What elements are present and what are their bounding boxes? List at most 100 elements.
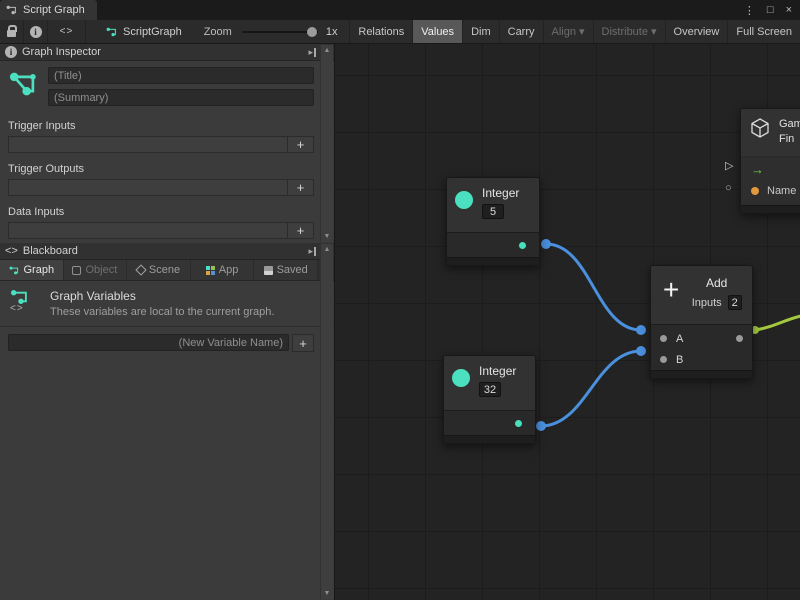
blackboard-panel: <> Blackboard ▸ Graph Object (0, 243, 334, 600)
lock-icon (7, 30, 16, 37)
node-integer-32[interactable]: Integer 32 (443, 355, 536, 444)
port-row-a: A (651, 328, 752, 349)
graph-variables-block: <> Graph Variables These variables are l… (0, 281, 334, 318)
graph-summary-input[interactable] (48, 89, 314, 106)
trigger-outputs-list: + (8, 179, 314, 196)
align-button[interactable]: Align ▾ (543, 20, 593, 43)
node-footer (444, 435, 535, 443)
distribute-button[interactable]: Distribute ▾ (593, 20, 665, 43)
graph-meta-fields (48, 67, 314, 106)
trigger-outputs-label: Trigger Outputs (8, 163, 326, 175)
scroll-down-icon[interactable]: ▼ (324, 590, 331, 597)
graph-asset-icon (8, 67, 40, 101)
output-port[interactable] (515, 420, 522, 427)
gameobject-cube-icon (749, 117, 771, 139)
values-label: Values (421, 26, 454, 38)
edit-script-button[interactable]: <> (48, 20, 86, 43)
fullscreen-button[interactable]: Full Screen (727, 20, 800, 43)
scroll-up-icon[interactable]: ▲ (324, 246, 331, 253)
add-data-input-button[interactable]: + (287, 222, 314, 239)
maximize-icon[interactable]: □ (767, 4, 774, 16)
values-button[interactable]: Values (412, 20, 462, 43)
tab-app[interactable]: App (191, 260, 255, 280)
code-icon: <> (10, 303, 24, 314)
node-footer (741, 205, 800, 213)
app-tab-icon (206, 266, 215, 275)
output-port[interactable] (736, 335, 743, 342)
tab-object[interactable]: Object (64, 260, 128, 280)
node-add[interactable]: + Add Inputs 2 A (650, 265, 753, 379)
integer-value-field[interactable]: 32 (479, 382, 501, 397)
add-trigger-input-button[interactable]: + (287, 136, 314, 153)
tab-scene-label: Scene (149, 264, 180, 276)
align-label: Align (552, 26, 576, 38)
value-input-port[interactable]: ○ (725, 183, 732, 194)
close-icon[interactable]: × (786, 4, 792, 16)
scroll-up-icon[interactable]: ▲ (324, 47, 331, 54)
tab-saved[interactable]: Saved (254, 260, 318, 280)
output-port[interactable] (519, 242, 526, 249)
inspector-scrollbar[interactable]: ▲ ▼ (320, 45, 333, 242)
distribute-label: Distribute (602, 26, 648, 38)
relations-label: Relations (358, 26, 404, 38)
lock-button[interactable] (0, 20, 24, 43)
blackboard-title: Blackboard (23, 245, 78, 257)
string-port[interactable] (751, 187, 759, 195)
sidebar: i Graph Inspector ▸ T (0, 44, 335, 600)
name-port-label: Name (767, 185, 796, 197)
node-header: Gam Fin (741, 109, 800, 156)
wire-add-output[interactable] (755, 315, 800, 330)
window-title: Script Graph (23, 4, 85, 16)
node-title-line2: Fin (779, 133, 800, 145)
relations-button[interactable]: Relations (349, 20, 412, 43)
wire-endpoint[interactable] (636, 325, 646, 335)
graph-inspector-panel: i Graph Inspector ▸ T (0, 44, 334, 243)
add-variable-button[interactable]: + (292, 334, 314, 352)
window-tab-script-graph[interactable]: Script Graph (0, 0, 97, 20)
wire-endpoint[interactable] (536, 421, 546, 431)
graph-canvas[interactable]: Integer 5 Integer 32 (335, 44, 800, 600)
carry-button[interactable]: Carry (499, 20, 543, 43)
graph-meta (0, 61, 334, 110)
toolbar-buttons: Relations Values Dim Carry Align ▾ Distr… (349, 20, 800, 43)
integer-icon (452, 369, 470, 387)
wire-int2-to-addB[interactable] (541, 351, 641, 426)
tab-graph[interactable]: Graph (0, 260, 64, 280)
dim-button[interactable]: Dim (462, 20, 499, 43)
zoom-slider[interactable] (242, 31, 318, 33)
zoom-value: 1x (326, 26, 338, 38)
input-port-b[interactable] (660, 356, 667, 363)
blackboard-tabs: Graph Object Scene App (0, 260, 334, 281)
wire-int1-to-addA[interactable] (546, 244, 641, 330)
node-integer-5[interactable]: Integer 5 (446, 177, 540, 266)
dock-panel-icon[interactable]: ▸ (308, 247, 316, 256)
info-icon: i (5, 46, 17, 58)
dock-panel-icon[interactable]: ▸ (308, 48, 316, 57)
inputs-count-field[interactable]: 2 (728, 295, 742, 310)
overview-button[interactable]: Overview (665, 20, 728, 43)
new-variable-input[interactable] (8, 334, 289, 351)
fullscreen-label: Full Screen (736, 26, 792, 38)
flow-arrow-icon[interactable]: → (751, 162, 764, 177)
flow-input-port[interactable]: ▷ (725, 161, 733, 172)
script-graph-icon (106, 26, 118, 38)
window-menu-icon[interactable]: ⋮ (744, 4, 755, 17)
scroll-down-icon[interactable]: ▼ (324, 233, 331, 240)
blackboard-scrollbar[interactable]: ▲ ▼ (320, 244, 333, 599)
wire-endpoint[interactable] (636, 346, 646, 356)
integer-value-field[interactable]: 5 (482, 204, 504, 219)
tab-scene[interactable]: Scene (127, 260, 191, 280)
add-icon: + (663, 274, 679, 324)
zoom-slider-knob[interactable] (307, 27, 317, 37)
add-trigger-output-button[interactable]: + (287, 179, 314, 196)
inputs-label: Inputs (692, 297, 722, 309)
graph-title-input[interactable] (48, 67, 314, 84)
node-find[interactable]: Gam Fin → Name (740, 108, 800, 214)
inspector-toggle-button[interactable]: i (24, 20, 48, 43)
wire-endpoint[interactable] (541, 239, 551, 249)
graph-breadcrumb[interactable]: ScriptGraph (96, 20, 192, 43)
input-port-a[interactable] (660, 335, 667, 342)
blackboard-header: <> Blackboard ▸ (0, 243, 334, 260)
graph-toolbar: i <> ScriptGraph Zoom 1x Relations Value… (0, 20, 800, 44)
chevron-down-icon: ▾ (651, 25, 657, 38)
